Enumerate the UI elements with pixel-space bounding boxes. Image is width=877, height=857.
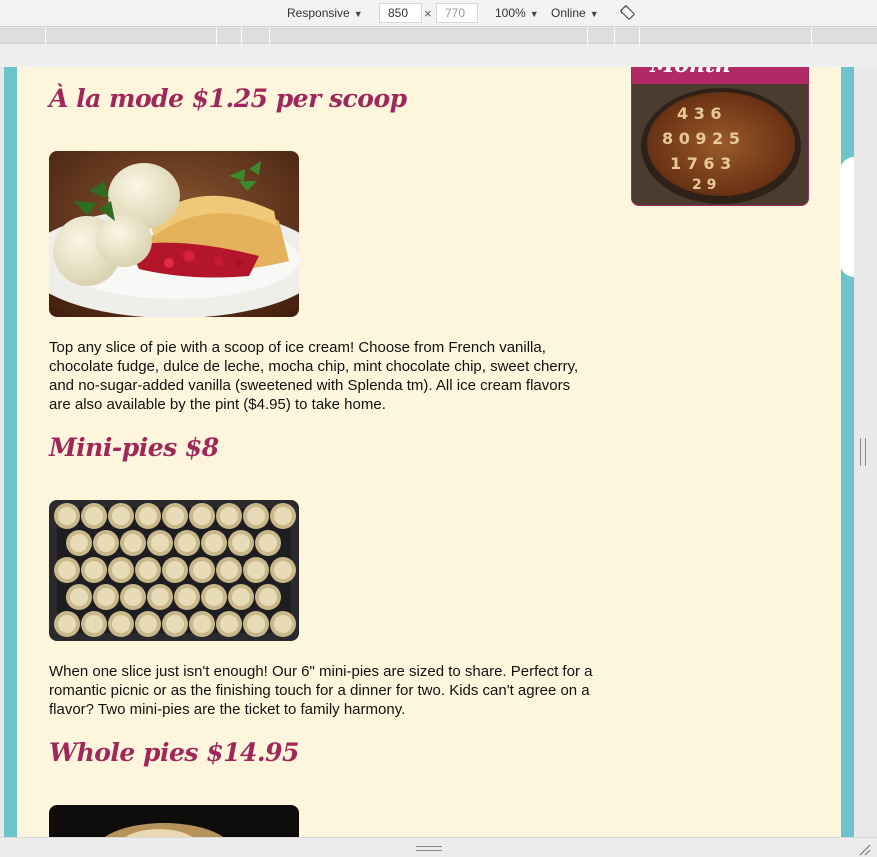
svg-text:2 9: 2 9 <box>692 177 716 193</box>
pie-of-the-month-image: 4 3 6 8 0 9 2 5 1 7 6 3 2 9 <box>632 84 808 205</box>
emulated-viewport: À la mode $1.25 per scoop Top any slice … <box>4 67 854 837</box>
section-title-mini-pies: Mini-pies $8 <box>49 433 219 462</box>
rotate-icon[interactable] <box>620 5 635 20</box>
section-title-whole-pies: Whole pies $14.95 <box>49 738 299 767</box>
section-description-mini-pies: When one slice just isn't enough! Our 6"… <box>49 663 593 718</box>
svg-text:8 0 9 2 5: 8 0 9 2 5 <box>662 129 740 148</box>
svg-text:1 7 6 3: 1 7 6 3 <box>670 154 731 173</box>
section-title-a-la-mode: À la mode $1.25 per scoop <box>49 84 407 113</box>
device-toolbar: Responsive ▼ 850 × 770 100% ▼ Online ▼ <box>0 0 877 27</box>
card-banner: Month <box>632 67 808 84</box>
dimension-separator: × <box>424 6 432 21</box>
resize-corner-icon[interactable] <box>857 842 871 856</box>
zoom-label: 100% <box>495 6 526 20</box>
ruler-spacer <box>0 44 877 67</box>
width-input[interactable]: 850 <box>379 3 422 23</box>
whole-pie-image <box>49 805 299 837</box>
viewport-edge-shape <box>840 157 854 277</box>
throttling-dropdown[interactable]: Online ▼ <box>551 6 599 20</box>
chevron-down-icon: ▼ <box>529 9 539 19</box>
zoom-dropdown[interactable]: 100% ▼ <box>495 6 539 20</box>
section-description-a-la-mode: Top any slice of pie with a scoop of ice… <box>49 339 579 413</box>
resize-handle-right[interactable] <box>860 438 866 466</box>
pie-of-the-month-card[interactable]: Month 4 3 6 8 0 9 2 5 1 7 6 3 2 9 <box>631 67 809 206</box>
device-label: Responsive <box>287 6 350 20</box>
page-content-area: À la mode $1.25 per scoop Top any slice … <box>17 67 841 837</box>
device-dropdown[interactable]: Responsive ▼ <box>287 6 363 20</box>
tray-of-mini-pies-image <box>49 500 299 641</box>
pie-with-ice-cream-image <box>49 151 299 317</box>
resize-bar <box>0 837 877 857</box>
throttling-label: Online <box>551 6 586 20</box>
chevron-down-icon: ▼ <box>589 9 599 19</box>
height-input[interactable]: 770 <box>436 3 478 23</box>
media-query-ruler[interactable] <box>0 28 877 44</box>
svg-text:4 3 6: 4 3 6 <box>677 104 722 123</box>
resize-handle-bottom[interactable] <box>416 846 442 851</box>
chevron-down-icon: ▼ <box>353 9 363 19</box>
banner-title: Month <box>650 67 731 78</box>
